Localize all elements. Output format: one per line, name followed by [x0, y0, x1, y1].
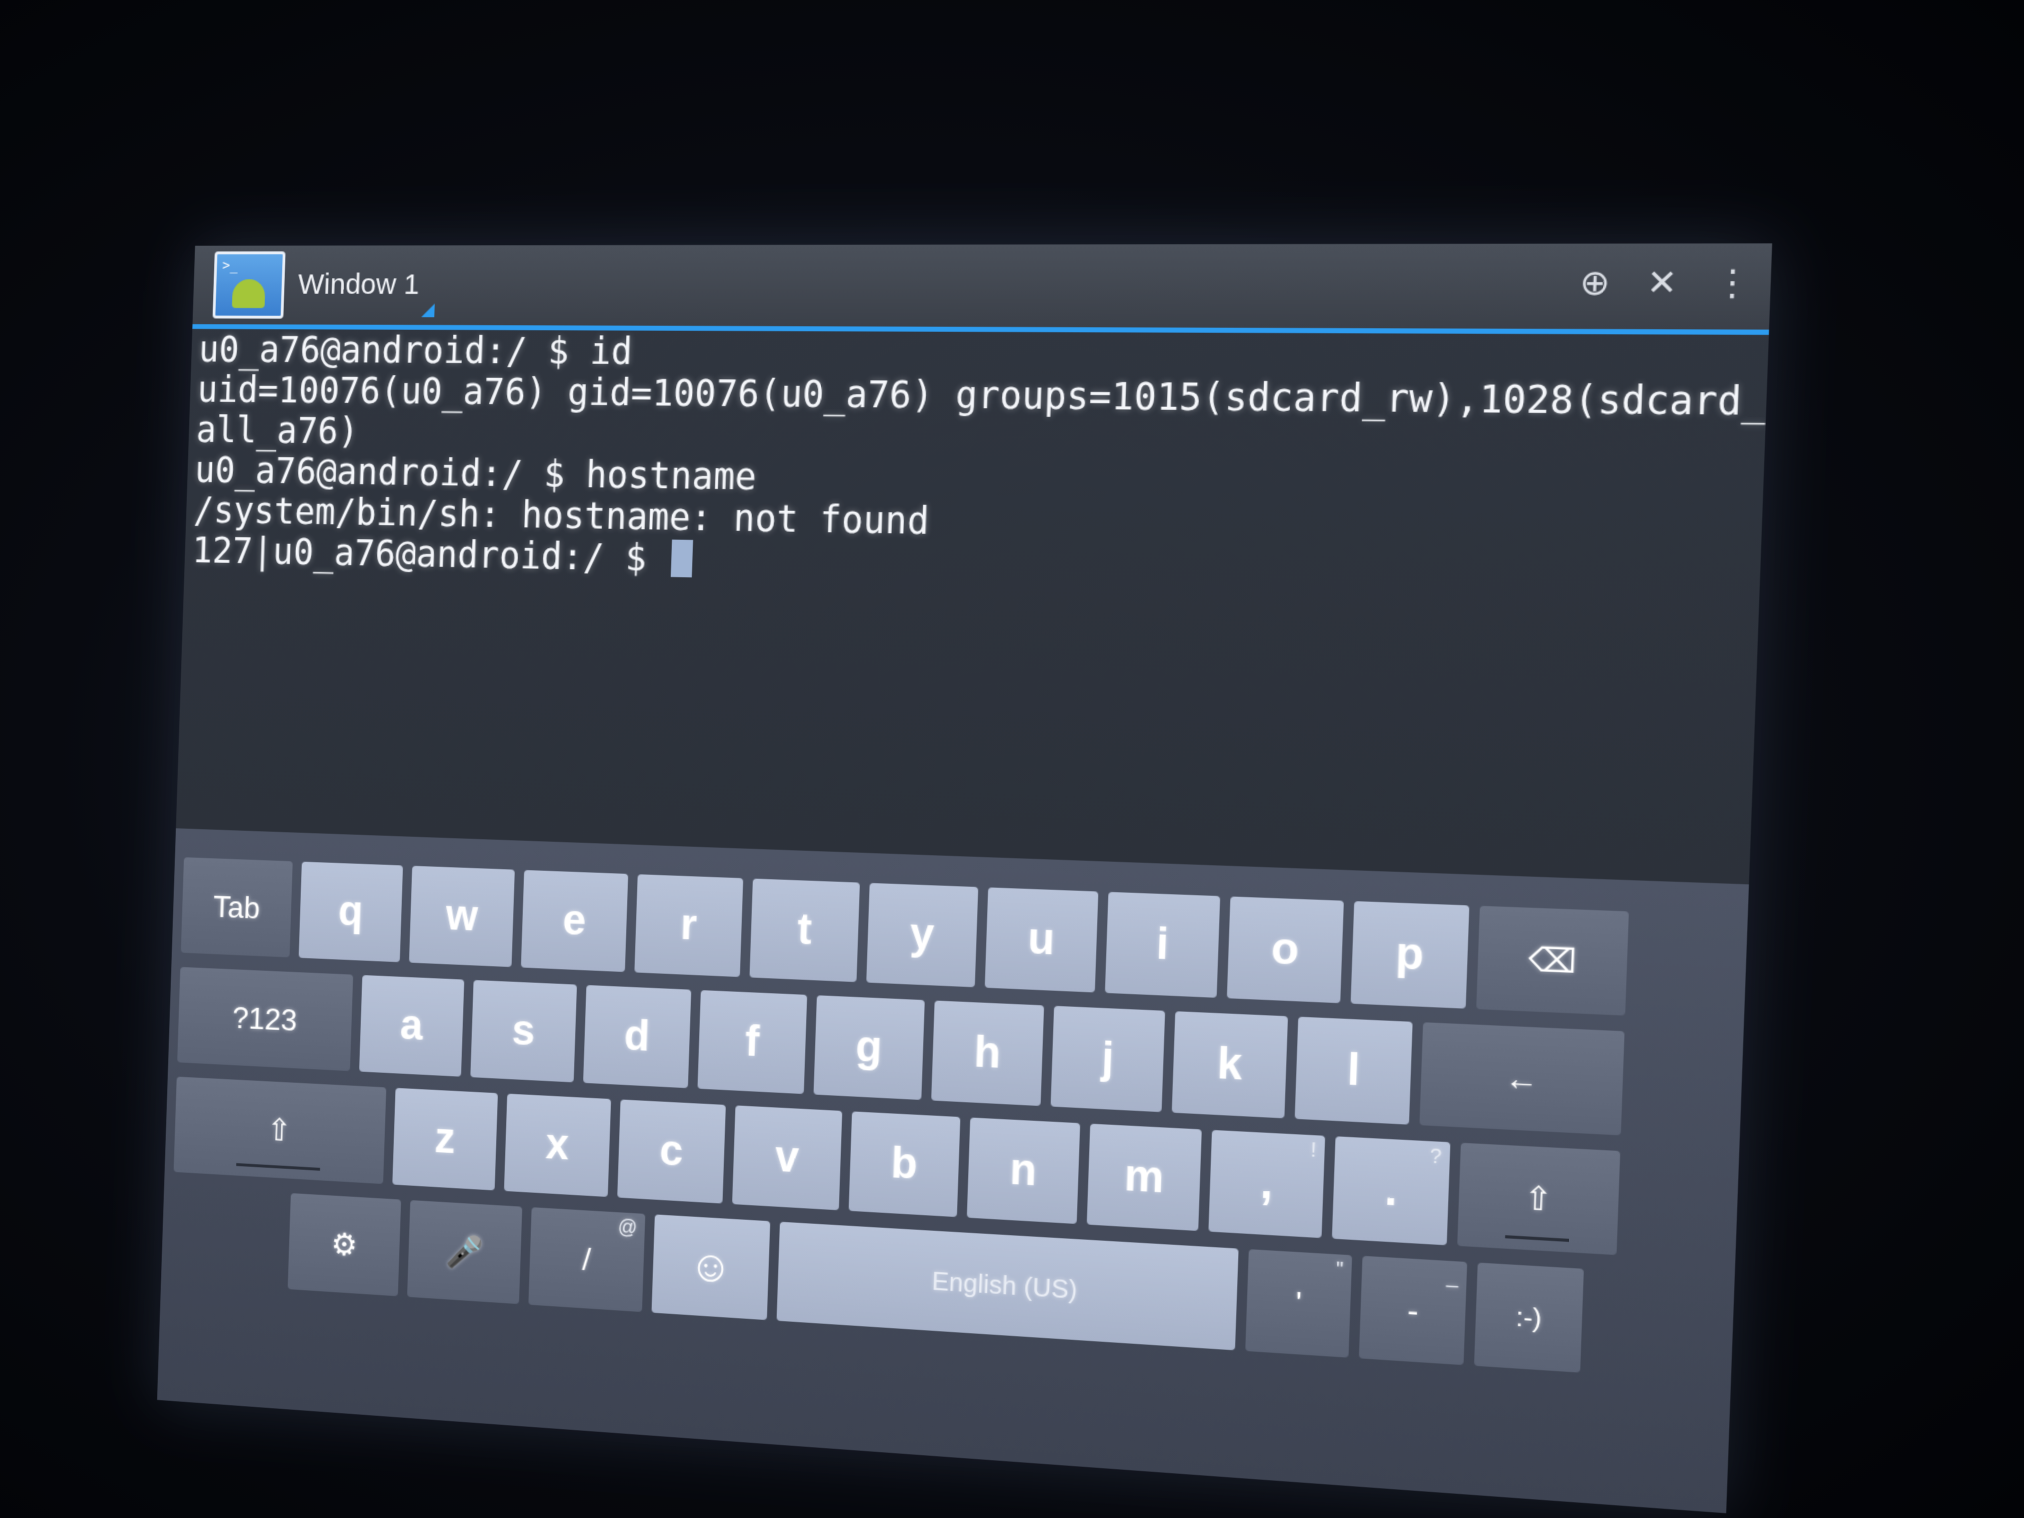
- key-j[interactable]: j: [1050, 1005, 1166, 1113]
- key-comma[interactable]: ,!: [1208, 1129, 1326, 1239]
- key-q[interactable]: q: [298, 861, 403, 963]
- enter-icon: ←: [1503, 1058, 1540, 1098]
- window-tab-title[interactable]: Window 1: [298, 269, 420, 302]
- key-p[interactable]: p: [1350, 901, 1470, 1009]
- prompt-glyph: >_: [222, 258, 238, 274]
- key-x[interactable]: x: [503, 1093, 612, 1197]
- terminal-prompt: 127|u0_a76@android:/ $: [191, 529, 669, 580]
- apostrophe-label: ': [1294, 1284, 1303, 1322]
- emoji-icon: ☺: [688, 1241, 734, 1293]
- text-cursor: [671, 539, 694, 578]
- key-d[interactable]: d: [583, 985, 692, 1089]
- enter-key[interactable]: ←: [1419, 1022, 1625, 1136]
- symbols-key[interactable]: ?123: [177, 966, 354, 1072]
- apostrophe-hint: ": [1335, 1258, 1344, 1282]
- key-b[interactable]: b: [848, 1111, 961, 1218]
- slash-key[interactable]: / @: [528, 1207, 646, 1313]
- tablet-screen: >_ Window 1 ⊕ ✕ ⋮ u0_a76@android:/ $ id …: [157, 243, 1773, 1514]
- key-g[interactable]: g: [813, 995, 925, 1100]
- key-f[interactable]: f: [697, 990, 808, 1095]
- shift-icon: ⇧: [266, 1112, 293, 1148]
- key-comma-label: ,: [1259, 1158, 1274, 1209]
- key-m[interactable]: m: [1086, 1123, 1202, 1231]
- backspace-icon: ⌫: [1527, 940, 1577, 981]
- key-r[interactable]: r: [634, 874, 744, 978]
- microphone-icon: 🎤: [445, 1233, 484, 1271]
- dash-label: -: [1406, 1290, 1420, 1329]
- key-period-label: .: [1383, 1164, 1399, 1216]
- key-h[interactable]: h: [931, 1000, 1045, 1106]
- voice-input-key[interactable]: 🎤: [407, 1200, 523, 1305]
- key-v[interactable]: v: [732, 1105, 843, 1211]
- terminal-output[interactable]: u0_a76@android:/ $ id uid=10076(u0_a76) …: [176, 329, 1773, 893]
- shift-indicator: [1505, 1235, 1569, 1242]
- tab-key[interactable]: Tab: [180, 857, 293, 958]
- key-n[interactable]: n: [966, 1117, 1081, 1224]
- tab-corner-indicator: [421, 303, 435, 318]
- key-comma-hint: !: [1310, 1139, 1317, 1162]
- shift-indicator: [236, 1163, 321, 1171]
- shift-key-right[interactable]: ⇧: [1457, 1142, 1621, 1256]
- soft-keyboard: Tab q w e r t y u i o p ⌫ ?123 a s d f g…: [157, 828, 1749, 1514]
- overflow-menu-icon[interactable]: ⋮: [1713, 262, 1751, 304]
- backspace-key[interactable]: ⌫: [1476, 905, 1629, 1016]
- key-y[interactable]: y: [866, 882, 979, 988]
- key-i[interactable]: i: [1104, 891, 1221, 998]
- key-a[interactable]: a: [359, 975, 465, 1077]
- key-e[interactable]: e: [520, 869, 629, 973]
- dash-key[interactable]: - _: [1358, 1255, 1468, 1366]
- shift-key-left[interactable]: ⇧: [173, 1076, 387, 1185]
- android-icon: [231, 279, 266, 309]
- close-window-icon[interactable]: ✕: [1646, 262, 1678, 304]
- key-l[interactable]: l: [1294, 1016, 1413, 1125]
- new-window-icon[interactable]: ⊕: [1579, 262, 1611, 304]
- slash-label: /: [581, 1241, 592, 1277]
- key-o[interactable]: o: [1226, 896, 1344, 1004]
- key-period-hint: ?: [1429, 1145, 1442, 1169]
- emoji-key[interactable]: ☺: [651, 1214, 771, 1321]
- key-c[interactable]: c: [617, 1099, 726, 1204]
- keyboard-settings-key[interactable]: ⚙: [287, 1193, 402, 1297]
- key-z[interactable]: z: [392, 1087, 498, 1191]
- terminal-app-icon[interactable]: >_: [212, 251, 286, 319]
- dash-hint: _: [1446, 1264, 1459, 1289]
- space-bar[interactable]: English (US): [776, 1221, 1239, 1351]
- settings-icon: ⚙: [330, 1226, 358, 1263]
- key-period[interactable]: .?: [1331, 1136, 1451, 1246]
- apostrophe-key[interactable]: ' ": [1245, 1249, 1353, 1358]
- photo-scene: >_ Window 1 ⊕ ✕ ⋮ u0_a76@android:/ $ id …: [0, 0, 2024, 1518]
- key-s[interactable]: s: [470, 980, 577, 1083]
- key-k[interactable]: k: [1171, 1011, 1288, 1119]
- key-u[interactable]: u: [984, 887, 1099, 993]
- key-w[interactable]: w: [409, 865, 515, 968]
- slash-hint: @: [617, 1216, 638, 1239]
- shift-icon: ⇧: [1523, 1179, 1554, 1219]
- key-t[interactable]: t: [749, 878, 860, 983]
- smiley-key[interactable]: :-): [1474, 1262, 1584, 1373]
- terminal-tab-bar: >_ Window 1 ⊕ ✕ ⋮: [192, 243, 1773, 335]
- tab-actions: ⊕ ✕ ⋮: [1579, 262, 1752, 304]
